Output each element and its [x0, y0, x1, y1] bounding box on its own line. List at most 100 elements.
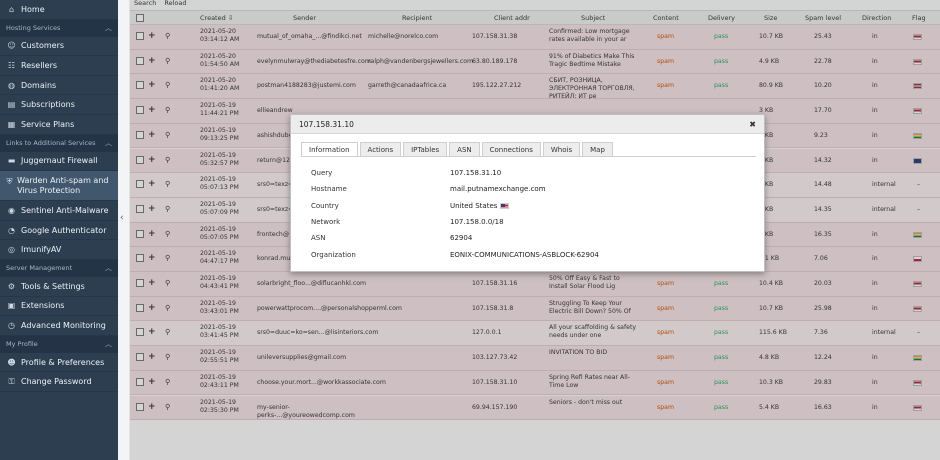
info-value: 107.158.0.0/18 [450, 218, 504, 226]
sidebar-item-label: Home [21, 4, 45, 14]
sidebar-item-label: Google Authenticator [21, 225, 107, 235]
resellers-icon: ☷ [7, 60, 16, 70]
sidebar: ⌂ Home Hosting Services ︿ ☺ Customers ☷ Reselle… [0, 0, 118, 460]
key-icon: ⚿ [8, 376, 15, 386]
subscriptions-icon: ▤ [7, 100, 16, 110]
sidebar-item-customers[interactable]: ☺ Customers [0, 37, 118, 57]
info-value: 62904 [450, 234, 472, 242]
sidebar-item-tools-settings[interactable]: ⚙ Tools & Settings [0, 277, 118, 297]
info-value-text: 62904 [450, 234, 473, 243]
authenticator-icon: ◔ [8, 225, 15, 235]
globe-icon: ◍ [8, 80, 15, 90]
ip-info-table: Query 107.158.31.10 Hostname mail.putnamexc… [311, 165, 751, 263]
sidebar-item-label: Sentinel Anti-Malware [21, 205, 109, 215]
info-row-network: Network 107.158.0.0/18 [311, 214, 751, 230]
firewall-icon: ▬ [7, 156, 16, 166]
home-icon: ⌂ [8, 4, 15, 14]
sidebar-item-profile-preferences[interactable]: ☻ Profile & Preferences [0, 353, 118, 373]
sidebar-item-service-plans[interactable]: ▦ Service Plans [0, 115, 118, 135]
modal-header: 107.158.31.10 ✖ [291, 115, 764, 134]
sidebar-item-label: ImunifyAV [21, 245, 62, 255]
tab-actions[interactable]: Actions [359, 142, 402, 157]
sidebar-section-title: Hosting Services [6, 24, 61, 33]
sidebar-item-label: Resellers [21, 60, 58, 70]
sidebar-section-title: Server Management [6, 264, 73, 273]
close-icon[interactable]: ✖ [749, 120, 756, 129]
tools-icon: ⚙ [7, 281, 16, 291]
sidebar-item-home[interactable]: ⌂ Home [0, 0, 118, 20]
sidebar-item-warden-anti-spam-and-virus-protection[interactable]: ⛨ Warden Anti-spam and Virus Protection [0, 171, 118, 202]
tab-divider [301, 156, 756, 157]
shield-icon: ⛨ [6, 176, 13, 186]
tab-map[interactable]: Map [582, 142, 613, 157]
sidebar-item-label: Customers [21, 41, 65, 51]
info-value: mail.putnamexchange.com [450, 185, 546, 193]
ip-info-modal: 107.158.31.10 ✖ Information Actions IPTabl… [290, 114, 765, 272]
chevron-left-icon: ‹ [120, 213, 124, 223]
info-label: Hostname [311, 185, 347, 194]
info-label: Country [311, 201, 339, 210]
customers-icon: ☺ [7, 41, 16, 51]
tab-information[interactable]: Information [301, 142, 358, 157]
extensions-icon: ▣ [7, 301, 16, 311]
info-row-asn: ASN 62904 [311, 230, 751, 246]
info-value-text: United States [450, 201, 498, 210]
tab-connections[interactable]: Connections [481, 142, 541, 157]
chevron-up-icon: ︿ [105, 24, 112, 33]
info-row-hostname: Hostname mail.putnamexchange.com [311, 181, 751, 197]
sidebar-item-change-password[interactable]: ⚿ Change Password [0, 372, 118, 392]
sidebar-item-label: Domains [21, 80, 57, 90]
sidebar-section-header[interactable]: Server Management ︿ [0, 259, 118, 277]
sidebar-item-label: Service Plans [21, 119, 75, 129]
info-value: United States [450, 201, 510, 210]
info-value: 107.158.31.10 [450, 169, 501, 177]
monitoring-icon: ◷ [8, 320, 15, 330]
info-value-text: 107.158.0.0/18 [450, 218, 504, 227]
sidebar-item-resellers[interactable]: ☷ Resellers [0, 56, 118, 76]
info-value-text: mail.putnamexchange.com [450, 185, 546, 194]
tab-iptables[interactable]: IPTables [403, 142, 448, 157]
sidebar-item-imunifyav[interactable]: ◎ ImunifyAV [0, 240, 118, 260]
info-row-query: Query 107.158.31.10 [311, 165, 751, 181]
sidebar-item-juggernaut-firewall[interactable]: ▬ Juggernaut Firewall [0, 152, 118, 172]
sidebar-section-title: My Profile [6, 340, 38, 349]
info-label: Organization [311, 250, 356, 259]
sidebar-item-label: Advanced Monitoring [21, 320, 106, 330]
sidebar-section-title: Links to Additional Services [6, 139, 96, 148]
sidebar-item-label: Subscriptions [21, 100, 75, 110]
chevron-up-icon: ︿ [105, 264, 112, 273]
sidebar-item-domains[interactable]: ◍ Domains [0, 76, 118, 96]
tab-asn[interactable]: ASN [449, 142, 480, 157]
info-row-country: Country United States [311, 198, 751, 214]
sidebar-item-extensions[interactable]: ▣ Extensions [0, 297, 118, 317]
sidebar-collapse-handle[interactable]: ‹ [118, 0, 130, 460]
info-label: Query [311, 169, 333, 178]
modal-title: 107.158.31.10 [299, 119, 354, 129]
sidebar-item-sentinel-anti-malware[interactable]: ◉ Sentinel Anti-Malware [0, 201, 118, 221]
sidebar-item-label: Profile & Preferences [21, 357, 105, 367]
sidebar-item-label: Tools & Settings [21, 281, 85, 291]
info-value-text: EONIX-COMMUNICATIONS-ASBLOCK-62904 [450, 250, 599, 259]
sidebar-item-advanced-monitoring[interactable]: ◷ Advanced Monitoring [0, 316, 118, 336]
sidebar-item-google-authenticator[interactable]: ◔ Google Authenticator [0, 221, 118, 241]
tab-whois[interactable]: Whois [542, 142, 581, 157]
sidebar-item-label: Extensions [21, 301, 65, 311]
sidebar-section-header[interactable]: Links to Additional Services ︿ [0, 134, 118, 152]
profile-icon: ☻ [7, 357, 16, 367]
sidebar-item-subscriptions[interactable]: ▤ Subscriptions [0, 95, 118, 115]
sentinel-icon: ◉ [8, 205, 15, 215]
us-flag-icon [500, 202, 510, 209]
chevron-up-icon: ︿ [105, 139, 112, 148]
info-value-text: 107.158.31.10 [450, 169, 502, 178]
sidebar-section-header[interactable]: My Profile ︿ [0, 335, 118, 353]
sidebar-item-label: Warden Anti-spam and Virus Protection [17, 176, 109, 196]
sidebar-item-label: Change Password [21, 377, 92, 387]
info-row-organization: Organization EONIX-COMMUNICATIONS-ASBLOCK… [311, 246, 751, 262]
info-label: ASN [311, 234, 326, 243]
sidebar-item-label: Juggernaut Firewall [21, 156, 98, 166]
imunify-icon: ◎ [8, 245, 15, 255]
info-value: EONIX-COMMUNICATIONS-ASBLOCK-62904 [450, 251, 599, 259]
info-label: Network [311, 218, 341, 227]
sidebar-section-header[interactable]: Hosting Services ︿ [0, 19, 118, 37]
service-plans-icon: ▦ [7, 119, 16, 129]
